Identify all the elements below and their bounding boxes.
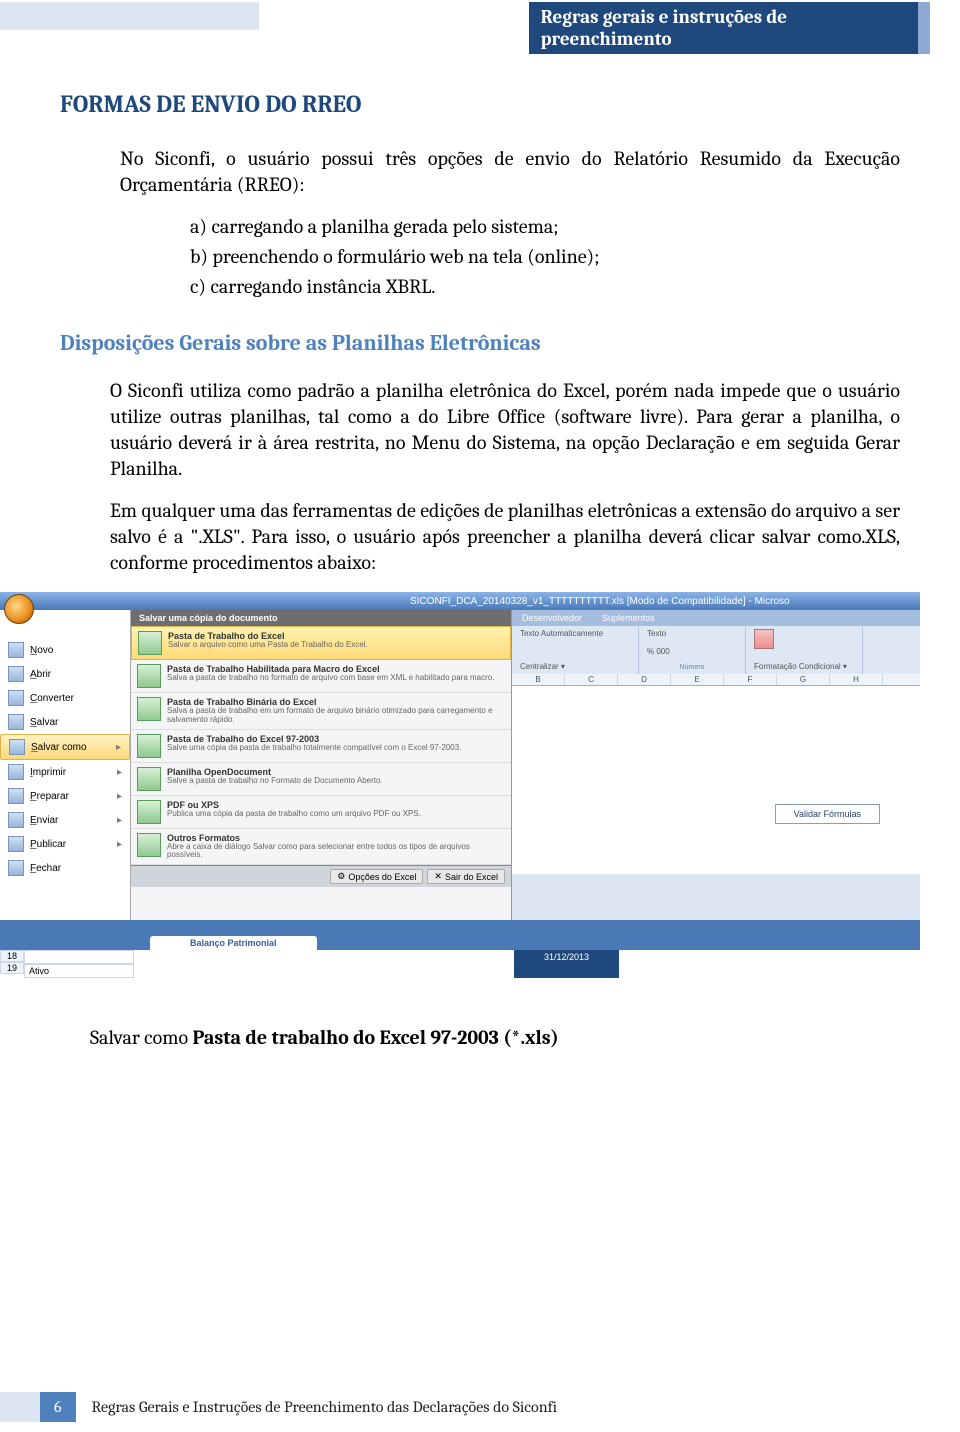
col-header-h[interactable]: H: [830, 674, 883, 685]
sheet-tab-bar: Balanço Patrimonial: [0, 920, 920, 950]
file-menu-icon: [8, 690, 24, 706]
file-menu-icon: [8, 714, 24, 730]
file-menu-preparar[interactable]: Preparar▸: [0, 784, 130, 808]
file-menu-footer: ⚙Opções do Excel ✕Sair do Excel: [131, 865, 511, 887]
page-number: 6: [40, 1392, 76, 1422]
ribbon-number-buttons[interactable]: % 000: [647, 647, 670, 656]
exit-excel-button[interactable]: ✕Sair do Excel: [427, 869, 505, 884]
excel-screenshot: SICONFI_DCA_20140328_v1_TTTTTTTTTT.xls […: [0, 592, 920, 978]
option-a: a) carregando a planilha gerada pelo sis…: [60, 214, 900, 240]
file-menu-salvar-como[interactable]: Salvar como▸: [0, 734, 130, 760]
ribbon-number-format[interactable]: Texto: [647, 629, 737, 638]
validar-formulas-button[interactable]: Validar Fórmulas: [775, 804, 880, 824]
save-format-option[interactable]: Pasta de Trabalho Habilitada para Macro …: [131, 660, 511, 693]
save-format-option[interactable]: Pasta de Trabalho do ExcelSalvar o arqui…: [131, 626, 511, 660]
file-menu-fechar[interactable]: Fechar: [0, 856, 130, 880]
page-footer: 6 Regras Gerais e Instruções de Preenchi…: [0, 1392, 557, 1422]
chevron-right-icon: ▸: [117, 767, 122, 778]
file-menu-left: NovoAbrirConverterSalvarSalvar como▸Impr…: [0, 610, 131, 920]
save-format-option[interactable]: Pasta de Trabalho Binária do ExcelSalva …: [131, 693, 511, 730]
heading-disposicoes: Disposições Gerais sobre as Planilhas El…: [60, 330, 900, 356]
intro-paragraph: No Siconfi, o usuário possui três opções…: [60, 146, 900, 198]
col-header-g[interactable]: G: [777, 674, 830, 685]
ribbon-tab-desenvolvedor[interactable]: Desenvolvedor: [512, 610, 592, 626]
worksheet-area[interactable]: BCDEFGH Validar Fórmulas: [512, 674, 920, 874]
file-menu-icon: [8, 860, 24, 876]
file-menu-salvar[interactable]: Salvar: [0, 710, 130, 734]
paragraph-2: Em qualquer uma das ferramentas de ediçõ…: [60, 498, 900, 576]
banner-title: Regras gerais e instruções de preenchime…: [529, 2, 930, 54]
chevron-right-icon: ▸: [117, 815, 122, 826]
ribbon-area: Texto Automaticamente Centralizar ▾ Text…: [512, 626, 920, 674]
file-menu-enviar[interactable]: Enviar▸: [0, 808, 130, 832]
ribbon-conditional-format[interactable]: Formatação Condicional ▾: [754, 662, 854, 671]
col-header-d[interactable]: D: [618, 674, 671, 685]
file-menu-icon: [8, 642, 24, 658]
paragraph-1: O Siconfi utiliza como padrão a planilha…: [60, 378, 900, 482]
save-as-header: Salvar uma cópia do documento: [131, 610, 511, 626]
col-header-b[interactable]: B: [512, 674, 565, 685]
ribbon-tabs: Desenvolvedor Suplementos: [512, 610, 920, 626]
col-header-f[interactable]: F: [724, 674, 777, 685]
sheet-tab-balanco[interactable]: Balanço Patrimonial: [150, 936, 317, 950]
chevron-right-icon: ▸: [117, 791, 122, 802]
ribbon-wrap-text[interactable]: Texto Automaticamente: [520, 629, 630, 638]
excel-file-icon: [137, 767, 161, 791]
save-as-submenu: Salvar uma cópia do documento Pasta de T…: [131, 610, 512, 920]
footer-text: Regras Gerais e Instruções de Preenchime…: [92, 1398, 558, 1416]
ribbon-group-numero: Número: [647, 664, 737, 671]
col-header-c[interactable]: C: [565, 674, 618, 685]
row-header-18: 18: [0, 950, 24, 962]
file-menu-publicar[interactable]: Publicar▸: [0, 832, 130, 856]
office-orb-icon[interactable]: [4, 594, 34, 624]
date-cell: 31/12/2013: [514, 950, 619, 978]
excel-file-icon: [138, 631, 162, 655]
file-menu-icon: [8, 812, 24, 828]
file-menu-icon: [9, 739, 25, 755]
header-banner: Regras gerais e instruções de preenchime…: [0, 2, 960, 54]
row-header-19: 19: [0, 962, 24, 974]
excel-file-icon: [137, 697, 161, 721]
excel-options-button[interactable]: ⚙Opções do Excel: [330, 869, 423, 884]
file-menu-abrir[interactable]: Abrir: [0, 662, 130, 686]
option-c: c) carregando instância XBRL.: [60, 274, 900, 300]
salvar-como-instruction: Salvar como Pasta de trabalho do Excel 9…: [0, 1026, 960, 1049]
option-b: b) preenchendo o formulário web na tela …: [60, 244, 900, 270]
excel-file-icon: [137, 800, 161, 824]
save-format-option[interactable]: Outros FormatosAbre a caixa de diálogo S…: [131, 829, 511, 866]
file-menu-converter[interactable]: Converter: [0, 686, 130, 710]
excel-file-icon: [137, 833, 161, 857]
chevron-right-icon: ▸: [116, 742, 121, 753]
window-titlebar: SICONFI_DCA_20140328_v1_TTTTTTTTTT.xls […: [0, 592, 920, 610]
excel-file-icon: [137, 734, 161, 758]
save-format-option[interactable]: PDF ou XPSPublica uma cópia da pasta de …: [131, 796, 511, 829]
sheet-bottom-rows: 18 19 Ativo 31/12/2013: [0, 950, 920, 978]
file-menu-icon: [8, 836, 24, 852]
ribbon-merge-center[interactable]: Centralizar ▾: [520, 662, 630, 671]
file-menu-novo[interactable]: Novo: [0, 638, 130, 662]
chevron-right-icon: ▸: [117, 839, 122, 850]
file-menu-imprimir[interactable]: Imprimir▸: [0, 760, 130, 784]
excel-background: Desenvolvedor Suplementos Texto Automati…: [512, 610, 920, 920]
file-menu-icon: [8, 788, 24, 804]
ribbon-tab-suplementos[interactable]: Suplementos: [592, 610, 665, 626]
file-menu-icon: [8, 764, 24, 780]
column-headers: BCDEFGH: [512, 674, 920, 686]
window-title: SICONFI_DCA_20140328_v1_TTTTTTTTTT.xls […: [410, 596, 790, 607]
save-format-option[interactable]: Pasta de Trabalho do Excel 97-2003Salve …: [131, 730, 511, 763]
conditional-format-icon[interactable]: [754, 629, 774, 649]
cell-ativo: Ativo: [24, 964, 134, 978]
heading-formas-envio: FORMAS DE ENVIO DO RREO: [60, 90, 900, 118]
file-menu-icon: [8, 666, 24, 682]
save-format-option[interactable]: Planilha OpenDocumentSalve a pasta de tr…: [131, 763, 511, 796]
excel-file-icon: [137, 664, 161, 688]
col-header-e[interactable]: E: [671, 674, 724, 685]
